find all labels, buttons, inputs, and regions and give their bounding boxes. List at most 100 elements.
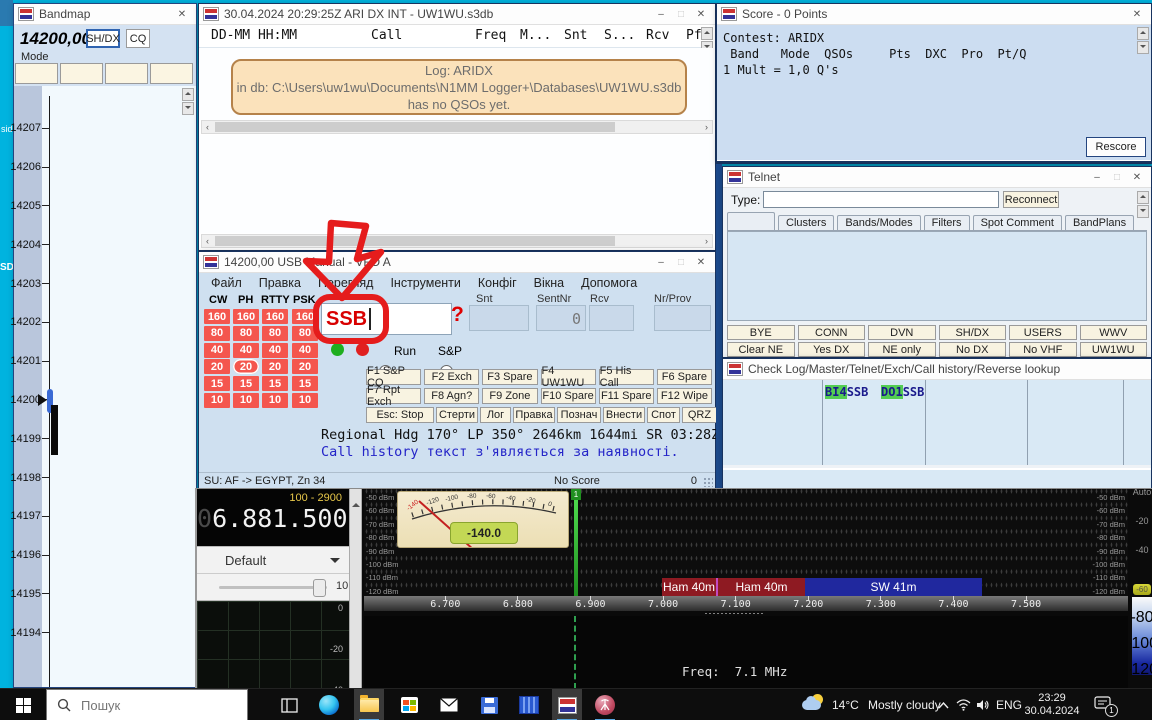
score-titlebar[interactable]: Score - 0 Points ✕: [717, 4, 1151, 25]
minimize-icon[interactable]: –: [1087, 169, 1107, 185]
check-titlebar[interactable]: Check Log/Master/Telnet/Exch/Call histor…: [723, 359, 1151, 380]
band-button[interactable]: 160: [204, 309, 230, 324]
minimize-icon[interactable]: –: [651, 254, 671, 270]
h-scrollbar[interactable]: ‹ ›: [201, 120, 713, 134]
scroll-up-icon[interactable]: [352, 499, 360, 507]
mode-box[interactable]: [15, 63, 58, 84]
file-explorer-button[interactable]: [354, 689, 384, 720]
fkey-button[interactable]: F2 Exch: [424, 369, 479, 385]
catalog-app-button[interactable]: [514, 689, 544, 720]
cq-button[interactable]: CQ: [126, 29, 150, 48]
score-spinner[interactable]: [1137, 27, 1149, 54]
log-column-header[interactable]: Rcv: [646, 28, 669, 43]
store-button[interactable]: [394, 689, 424, 720]
band-button[interactable]: 80: [262, 326, 288, 341]
telnet-command-button[interactable]: SH/DX: [939, 325, 1007, 340]
band-button[interactable]: 15: [292, 376, 318, 391]
intensity-gradient[interactable]: -80-100-120: [1132, 597, 1152, 675]
log-column-header[interactable]: Freq: [475, 28, 506, 43]
telnet-command-button[interactable]: NE only: [868, 342, 936, 357]
telnet-command-button[interactable]: WWV: [1080, 325, 1148, 340]
action-button[interactable]: Esc: Stop: [366, 407, 434, 423]
notification-button[interactable]: 1: [1094, 696, 1114, 714]
tab-spot-comment[interactable]: Spot Comment: [973, 215, 1062, 230]
mode-box[interactable]: [150, 63, 193, 84]
mail-button[interactable]: [434, 689, 464, 720]
band-button[interactable]: 20: [262, 359, 288, 374]
band-button[interactable]: 80: [292, 326, 318, 341]
band-button[interactable]: 10: [292, 393, 318, 408]
telnet-command-button[interactable]: UW1WU: [1080, 342, 1148, 357]
tab-clusters[interactable]: Clusters: [778, 215, 834, 230]
bandmap-titlebar[interactable]: Bandmap ✕: [14, 4, 196, 25]
band-button[interactable]: 40: [262, 343, 288, 358]
close-icon[interactable]: ✕: [1127, 6, 1147, 22]
fkey-button[interactable]: F6 Spare: [657, 369, 712, 385]
band-button[interactable]: 10: [262, 393, 288, 408]
close-icon[interactable]: ✕: [691, 254, 711, 270]
band-button[interactable]: 15: [204, 376, 230, 391]
volume-slider[interactable]: 10: [197, 574, 349, 601]
telnet-command-button[interactable]: Yes DX: [798, 342, 866, 357]
band-button[interactable]: 40: [233, 343, 259, 358]
band-button[interactable]: 80: [233, 326, 259, 341]
action-button[interactable]: Стерти: [436, 407, 478, 423]
scroll-right-icon[interactable]: ›: [702, 123, 711, 132]
band-button[interactable]: 20: [292, 359, 318, 374]
n1mm-app-button[interactable]: [552, 689, 582, 720]
tab-blank[interactable]: [727, 212, 775, 230]
close-icon[interactable]: ✕: [172, 6, 192, 22]
scroll-left-icon[interactable]: ‹: [203, 237, 212, 246]
weather-condition[interactable]: Mostly cloudy: [868, 689, 941, 720]
language-indicator[interactable]: ENG: [996, 689, 1022, 720]
log-titlebar[interactable]: 30.04.2024 20:29:25Z ARI DX INT - UW1WU.…: [199, 4, 715, 25]
menu-edit[interactable]: Правка: [259, 276, 301, 290]
tuning-marker[interactable]: 1: [574, 489, 578, 599]
nrprov-field[interactable]: [654, 305, 711, 331]
weather-icon[interactable]: [802, 694, 828, 716]
snt-field[interactable]: [469, 305, 529, 331]
entry-titlebar[interactable]: 14200,00 USB Manual - VFO A – □ ✕: [199, 252, 715, 273]
menu-window[interactable]: Вікна: [534, 276, 564, 290]
mode-box[interactable]: [105, 63, 148, 84]
telnet-command-button[interactable]: CONN: [798, 325, 866, 340]
callsign-input[interactable]: SSB: [321, 303, 452, 335]
action-button[interactable]: Лог: [480, 407, 511, 423]
action-button[interactable]: Спот: [647, 407, 680, 423]
menu-file[interactable]: Файл: [211, 276, 242, 290]
telnet-command-button[interactable]: USERS: [1009, 325, 1077, 340]
rescore-button[interactable]: Rescore: [1086, 137, 1146, 157]
reconnect-button[interactable]: Reconnect: [1003, 191, 1059, 208]
fkey-button[interactable]: F5 His Call: [599, 369, 654, 385]
close-icon[interactable]: ✕: [691, 6, 711, 22]
band-button[interactable]: 40: [292, 343, 318, 358]
tab-filters[interactable]: Filters: [924, 215, 970, 230]
check-callsign[interactable]: DO1SSB: [881, 385, 924, 399]
fkey-button[interactable]: F11 Spare: [599, 388, 654, 404]
waterfall-display[interactable]: Freq: 7.1 MHz: [364, 616, 1128, 689]
scroll-thumb[interactable]: [215, 122, 615, 132]
fkey-button[interactable]: F12 Wipe: [657, 388, 712, 404]
telnet-type-input[interactable]: [763, 191, 999, 208]
minimize-icon[interactable]: –: [651, 6, 671, 22]
fkey-button[interactable]: F1 S&P CQ: [366, 369, 421, 385]
sentnr-field[interactable]: 0: [536, 305, 586, 331]
menu-help[interactable]: Допомога: [581, 276, 637, 290]
log-column-header[interactable]: Snt: [564, 28, 587, 43]
maximize-icon[interactable]: □: [671, 254, 691, 270]
maximize-icon[interactable]: □: [1107, 169, 1127, 185]
telnet-command-button[interactable]: No VHF: [1009, 342, 1077, 357]
network-button[interactable]: [956, 689, 971, 720]
save-app-button[interactable]: [474, 689, 504, 720]
slider-track[interactable]: [219, 586, 327, 589]
telnet-command-button[interactable]: Clear NE: [727, 342, 795, 357]
band-button[interactable]: 10: [233, 393, 259, 408]
log-column-header[interactable]: M...: [520, 28, 551, 43]
band-button[interactable]: 10: [204, 393, 230, 408]
bandmap-spinner[interactable]: [182, 88, 194, 115]
scroll-left-icon[interactable]: ‹: [203, 123, 212, 132]
fkey-button[interactable]: F9 Zone: [482, 388, 537, 404]
band-button[interactable]: 160: [292, 309, 318, 324]
level-marker[interactable]: -60: [1133, 584, 1151, 595]
auto-label[interactable]: Auto: [1130, 489, 1152, 497]
